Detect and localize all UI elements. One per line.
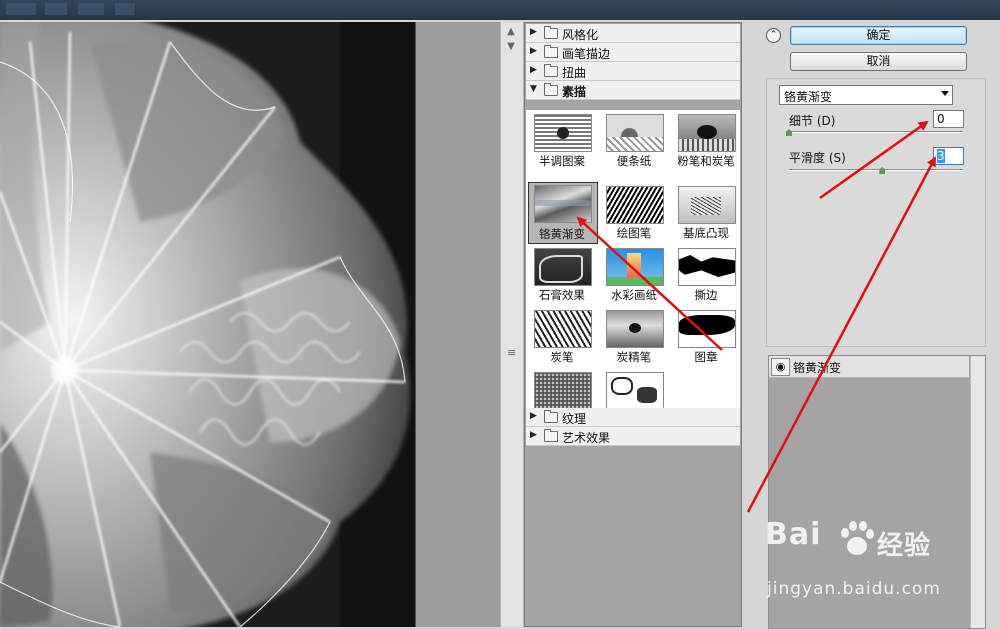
open-folder-icon [544,83,558,96]
scroll-up-icon[interactable]: ▲ [505,27,517,37]
category-brush-strokes[interactable]: ▶ 画笔描边 [526,43,740,62]
category-label: 素描 [562,85,587,99]
filter-label: 炭精笔 [616,350,652,364]
thumbnail-image [534,310,592,348]
collapse-gallery-icon[interactable]: ⌃ [766,28,781,43]
window-title-bar [0,0,1000,20]
filter-label: 粉笔和炭笔 [677,154,735,168]
expand-triangle-icon[interactable]: ▶ [530,430,537,440]
thumbnail-image [678,248,736,286]
filter-label: 便条纸 [616,154,652,168]
folder-icon [544,429,558,442]
filter-label: 石膏效果 [539,288,585,302]
thumbnail-image [678,310,736,348]
filter-thumb-chrome[interactable]: 铬黄渐变 [526,182,598,244]
filter-label: 撕边 [694,288,718,302]
preview-canvas-background [416,22,500,627]
detail-slider-track[interactable] [789,131,963,133]
filter-select-value: 铬黄渐变 [784,90,833,104]
smoothness-slider-track[interactable] [789,169,963,171]
thumbnail-image [534,114,592,152]
category-distort[interactable]: ▶ 扭曲 [526,62,740,81]
scroll-down-icon[interactable]: ▼ [505,42,517,52]
category-artistic[interactable]: ▶ 艺术效果 [526,427,740,446]
thumbnail-image [606,372,664,410]
filter-thumb-bas-relief[interactable]: 基底凸现 [670,182,742,244]
category-texture[interactable]: ▶ 纹理 [526,408,740,427]
category-label: 扭曲 [562,66,587,80]
thumbnail-image [606,114,664,152]
category-label: 纹理 [562,412,587,426]
filter-thumb-halftone[interactable]: 半调图案 [526,110,598,172]
filter-thumb-stamp[interactable]: 图章 [670,306,742,368]
filter-label: 绘图笔 [616,226,652,240]
image-preview[interactable] [0,22,416,627]
folder-icon [544,26,558,39]
smoothness-input[interactable]: 3 [933,147,964,165]
expand-triangle-icon[interactable]: ▶ [530,27,537,37]
filter-thumb-water-paper[interactable]: 水彩画纸 [598,244,670,306]
filter-thumb-chalk-charcoal[interactable]: 粉笔和炭笔 [670,110,742,172]
watermark-url: jingyan.baidu.com [767,579,941,599]
filter-thumb-plaster[interactable]: 石膏效果 [526,244,598,306]
filter-label: 铬黄渐变 [539,227,585,241]
effect-layer-row[interactable]: ◉ 铬黄渐变 [769,356,969,378]
filter-label: 图章 [694,350,718,364]
detail-label: 细节 (D) [789,114,836,128]
thumbnail-image [606,310,664,348]
smoothness-value: 3 [937,149,945,163]
smoothness-label: 平滑度 (S) [789,151,846,165]
collapse-triangle-icon[interactable]: ▼ [530,84,537,94]
folder-icon [544,410,558,423]
paw-logo-icon [841,521,874,555]
category-sketch[interactable]: ▼ 素描 [526,81,740,100]
thumbnail-image [606,186,664,224]
dropdown-arrow-icon [941,91,949,96]
baidu-jingyan-watermark: Bai 经验 jingyan.baidu.com [765,517,1000,607]
splitter-grip-icon[interactable]: ≡ [507,347,516,359]
watermark-brand-cn: 经验 [877,531,932,561]
category-label: 画笔描边 [562,47,611,61]
detail-input[interactable]: 0 [933,110,964,128]
filter-thumb-note-paper[interactable]: 便条纸 [598,110,670,172]
category-stylize[interactable]: ▶ 风格化 [526,24,740,43]
category-label: 风格化 [562,28,599,42]
expand-triangle-icon[interactable]: ▶ [530,411,537,421]
thumbnail-image [678,186,736,224]
thumbnail-image [534,248,592,286]
filter-thumb-charcoal[interactable]: 炭笔 [526,306,598,368]
chrome-effect-preview-image [0,22,415,627]
folder-icon [544,45,558,58]
thumbnail-image [534,372,592,410]
expand-triangle-icon[interactable]: ▶ [530,65,537,75]
eye-visibility-icon[interactable]: ◉ [771,358,790,376]
filter-label: 水彩画纸 [611,288,657,302]
filter-select-dropdown[interactable]: 铬黄渐变 [779,85,953,105]
cancel-button[interactable]: 取消 [790,52,967,71]
sketch-filter-grid: 半调图案 便条纸 粉笔和炭笔 铬黄渐变 绘图笔 基底凸现 石膏效果 水彩画纸 撕… [526,110,740,430]
panel-splitter[interactable]: ▲ ▼ ≡ [500,22,524,627]
ok-button[interactable]: 确定 [790,26,967,45]
thumbnail-image [678,114,736,152]
filter-label: 炭笔 [550,350,574,364]
filter-thumb-torn-edges[interactable]: 撕边 [670,244,742,306]
filter-label: 基底凸现 [683,226,729,240]
filter-label: 半调图案 [539,154,585,168]
folder-icon [544,64,558,77]
category-label: 艺术效果 [562,431,611,445]
filter-thumb-graphic-pen[interactable]: 绘图笔 [598,182,670,244]
filter-thumb-conte-crayon[interactable]: 炭精笔 [598,306,670,368]
effect-layer-name: 铬黄渐变 [793,361,842,375]
watermark-brand: Bai [765,517,822,552]
thumbnail-image [606,248,664,286]
thumbnail-image [534,185,592,223]
expand-triangle-icon[interactable]: ▶ [530,46,537,56]
filter-gallery-tree: ▶ 风格化 ▶ 画笔描边 ▶ 扭曲 ▼ 素描 半调图案 便条纸 粉笔和炭笔 铬黄… [524,22,742,627]
